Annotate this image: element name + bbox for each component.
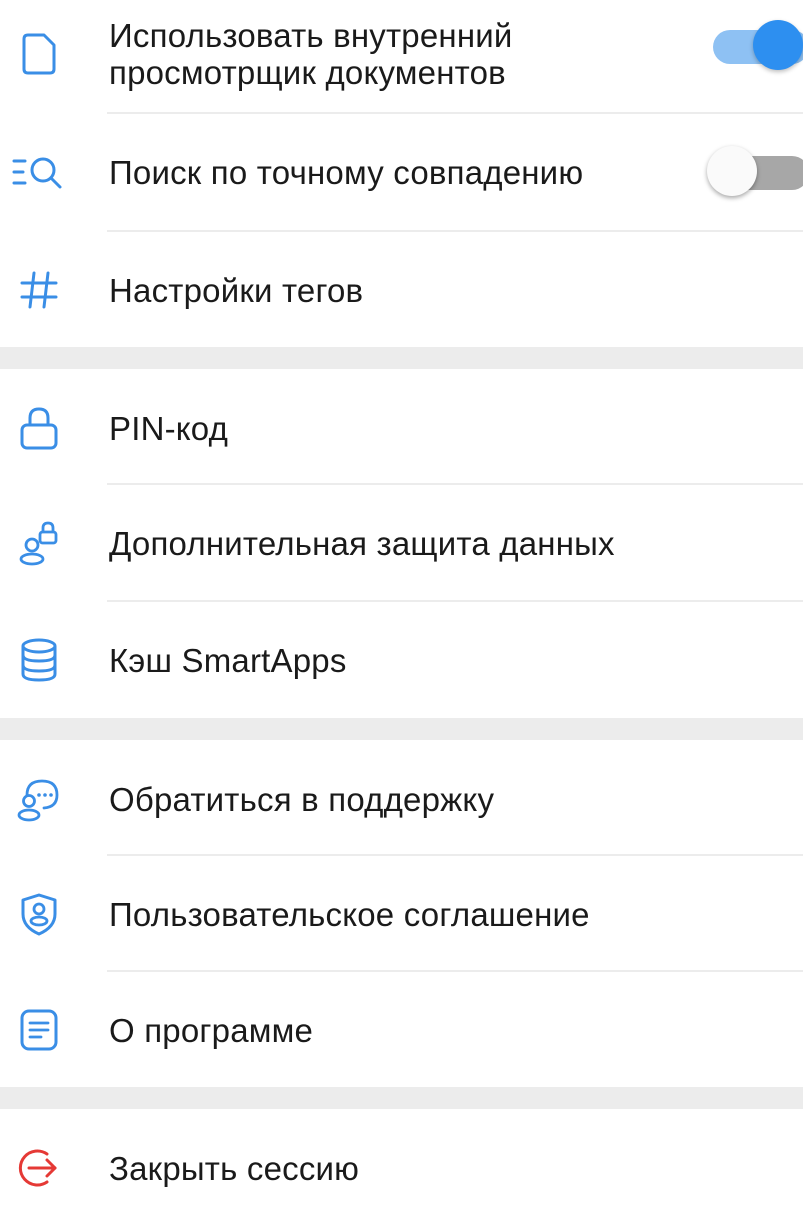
setting-label: PIN-код [109, 409, 229, 447]
setting-pin[interactable]: PIN-код [0, 370, 803, 486]
user-lock-icon [14, 515, 64, 571]
section-gap [0, 1087, 803, 1109]
setting-tags[interactable]: Настройки тегов [0, 232, 803, 348]
setting-user-agreement[interactable]: Пользовательское соглашение [0, 856, 803, 972]
shield-user-icon [14, 886, 64, 942]
exact-search-toggle[interactable] [707, 142, 803, 202]
lock-icon [14, 400, 64, 456]
document-icon [14, 26, 64, 82]
setting-label: Закрыть сессию [109, 1149, 360, 1187]
setting-support[interactable]: Обратиться в поддержку [0, 741, 803, 857]
support-chat-icon [14, 771, 64, 827]
setting-logout[interactable]: Закрыть сессию [0, 1110, 803, 1226]
setting-label: Дополнительная защита данных [109, 524, 615, 562]
setting-label: Обратиться в поддержку [109, 780, 495, 818]
toggle-knob [753, 20, 803, 70]
setting-label: Поиск по точному совпадению [109, 153, 584, 191]
search-exact-icon [12, 144, 64, 200]
settings-screen: Использовать внутренний просмотрщик доку… [0, 0, 803, 1188]
setting-smartapps-cache[interactable]: Кэш SmartApps [0, 602, 803, 718]
internal-viewer-toggle[interactable] [707, 16, 803, 76]
hash-icon [14, 262, 64, 318]
about-document-icon [14, 1002, 64, 1058]
setting-label: Настройки тегов [109, 271, 364, 309]
setting-internal-viewer[interactable]: Использовать внутренний просмотрщик доку… [0, 0, 803, 112]
database-icon [14, 632, 64, 688]
setting-exact-search[interactable]: Поиск по точному совпадению [0, 114, 803, 230]
setting-extra-protection[interactable]: Дополнительная защита данных [0, 485, 803, 601]
section-gap [0, 718, 803, 740]
setting-label: Использовать внутренний просмотрщик доку… [109, 17, 513, 91]
setting-label: Пользовательское соглашение [109, 895, 590, 933]
setting-label: О программе [109, 1011, 314, 1049]
section-gap [0, 347, 803, 369]
toggle-knob [707, 146, 757, 196]
setting-label: Кэш SmartApps [109, 641, 347, 679]
setting-about[interactable]: О программе [0, 972, 803, 1088]
